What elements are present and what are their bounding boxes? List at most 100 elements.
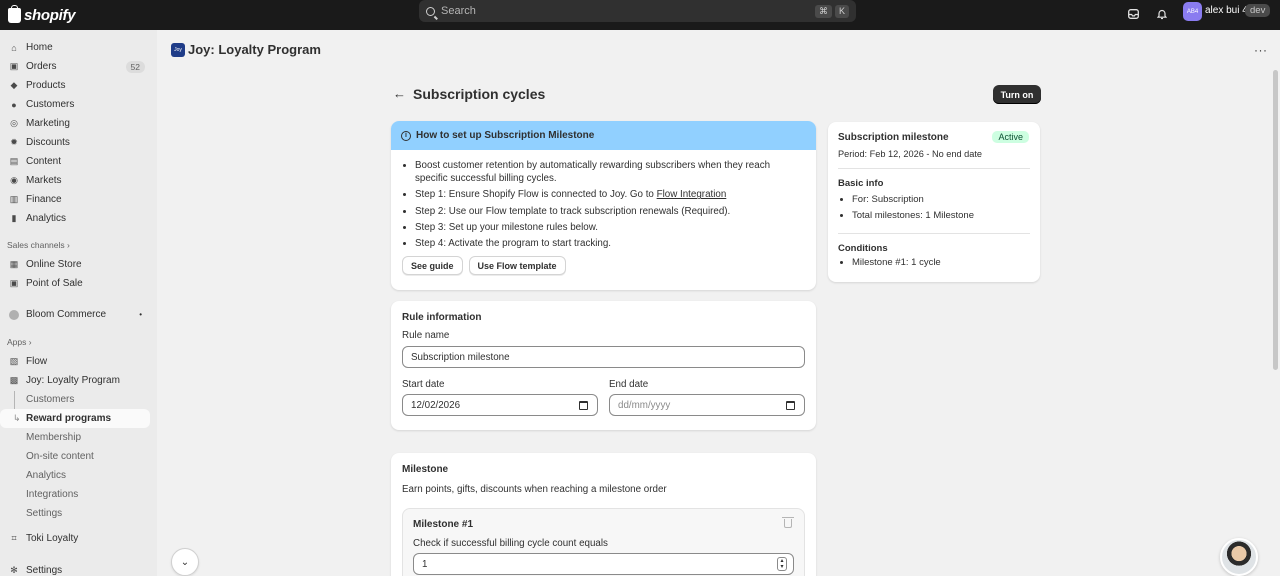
sales-channels-label: Sales channels (7, 240, 65, 250)
number-stepper-icon[interactable]: ▴ ▾ (777, 557, 787, 571)
sidebar-item-label: Customers (26, 99, 75, 110)
billing-cycle-input[interactable]: 1 ▴ ▾ (413, 553, 794, 575)
top-bar: shopify Search ⌘ K AB4 alex bui 4 dev (0, 0, 1280, 30)
page-scrollbar[interactable] (1273, 70, 1278, 370)
trash-icon[interactable] (782, 517, 794, 528)
back-arrow-icon[interactable]: ← (393, 86, 406, 101)
cmd-key: ⌘ (814, 4, 832, 18)
orders-icon: ▣ (9, 61, 19, 71)
rule-name-input[interactable]: Subscription milestone (402, 346, 805, 368)
store-icon: ▦ (9, 259, 19, 269)
sidebar-item-label: Marketing (26, 118, 70, 129)
user-name[interactable]: alex bui 4 (1205, 5, 1248, 16)
list-item: Step 4: Activate the program to start tr… (415, 237, 816, 250)
apps-label: Apps (7, 337, 27, 347)
sidebar-item-home[interactable]: ⌂ Home (0, 38, 150, 57)
inbox-icon[interactable] (1124, 5, 1142, 23)
end-date-input[interactable]: dd/mm/yyyy (609, 394, 805, 416)
search-icon (426, 6, 435, 16)
bell-icon[interactable] (1153, 5, 1171, 23)
date-row: Start date 12/02/2026 End date dd/mm/yyy… (402, 379, 805, 416)
calendar-icon[interactable] (579, 401, 588, 410)
status-badge: Active (992, 131, 1029, 143)
milestone-description: Earn points, gifts, discounts when reach… (402, 484, 667, 495)
search-bar[interactable]: Search ⌘ K (419, 0, 856, 22)
sidebar-item-settings[interactable]: ✻ Settings (0, 561, 150, 576)
sidebar-item-bloom-commerce[interactable]: Bloom Commerce • (0, 305, 150, 324)
sidebar-item-point-of-sale[interactable]: ▣ Point of Sale (0, 274, 150, 293)
page-title: Subscription cycles (413, 86, 546, 102)
sidebar-item-discounts[interactable]: ✹ Discounts (0, 133, 150, 152)
sidebar-subitem-customers[interactable]: Customers (0, 390, 150, 409)
sidebar-item-label: Discounts (26, 137, 70, 148)
turn-on-button[interactable]: Turn on (993, 85, 1041, 104)
sidebar-item-label: Membership (26, 432, 82, 443)
sidebar-item-flow[interactable]: ▧ Flow (0, 352, 150, 371)
orders-count-badge: 52 (125, 60, 145, 73)
billing-cycle-label: Check if successful billing cycle count … (413, 538, 608, 549)
sidebar-item-marketing[interactable]: ◎ Marketing (0, 114, 150, 133)
shopify-logo[interactable]: shopify (8, 3, 76, 27)
bar-chart-icon: ▮ (11, 213, 17, 223)
sidebar-item-label: Reward programs (26, 413, 112, 424)
more-actions-icon[interactable]: ··· (1254, 43, 1268, 57)
tag-icon: ◆ (10, 80, 18, 90)
sidebar-item-online-store[interactable]: ▦ Online Store (0, 255, 150, 274)
summary-card: Subscription milestone Active Period: Fe… (828, 122, 1040, 282)
user-avatar[interactable]: AB4 (1183, 2, 1202, 21)
sales-channels-heading[interactable]: Sales channels › (7, 240, 70, 250)
rule-name-label: Rule name (402, 330, 450, 341)
sidebar-item-toki-loyalty[interactable]: ⌗ Toki Loyalty (0, 529, 150, 548)
sidebar-subitem-settings[interactable]: Settings (0, 504, 150, 523)
chevron-right-icon: › (67, 240, 70, 250)
sidebar-item-label: Products (26, 80, 66, 91)
summary-period: Period: Feb 12, 2026 - No end date (838, 149, 983, 159)
sidebar-item-joy[interactable]: ▩ Joy: Loyalty Program (0, 371, 150, 390)
sidebar-item-finance[interactable]: ▥ Finance (0, 190, 150, 209)
list-item: Milestone #1: 1 cycle (852, 255, 1030, 271)
apps-heading[interactable]: Apps › (7, 337, 32, 347)
end-date-label: End date (609, 379, 649, 390)
input-value: 1 (422, 558, 428, 570)
sidebar-subitem-membership[interactable]: Membership (0, 428, 150, 447)
conditions-heading: Conditions (838, 243, 888, 254)
shopify-wordmark: shopify (24, 6, 76, 24)
shopify-bag-icon (8, 4, 21, 23)
sidebar-item-orders[interactable]: ▣ Orders 52 (0, 57, 150, 76)
gear-icon: ✻ (10, 565, 18, 575)
info-icon: i (401, 130, 411, 141)
store-badge: dev (1245, 4, 1271, 17)
sidebar-item-products[interactable]: ◆ Products (0, 76, 150, 95)
chevron-right-icon: › (28, 337, 32, 347)
sidebar-subitem-analytics[interactable]: Analytics (0, 466, 150, 485)
sidebar-item-label: Settings (26, 565, 63, 576)
calendar-icon[interactable] (786, 401, 795, 410)
rule-information-card: Rule information Rule name Subscription … (391, 301, 816, 430)
discount-icon: ✹ (10, 137, 18, 147)
sidebar-subitem-reward-programs[interactable]: ↳ Reward programs (0, 409, 150, 428)
list-item: Step 1: Ensure Shopify Flow is connected… (415, 188, 816, 201)
see-guide-button[interactable]: See guide (402, 256, 463, 276)
sidebar-subitem-on-site-content[interactable]: On-site content (0, 447, 150, 466)
sidebar-item-label: Content (26, 156, 62, 167)
flow-integration-link[interactable]: Flow Integration (657, 189, 727, 200)
sidebar-item-label: Markets (26, 175, 62, 186)
list-item: Step 3: Set up your milestone rules belo… (415, 221, 816, 234)
sidebar-item-markets[interactable]: ◉ Markets (0, 171, 150, 190)
setup-steps-list: Boost customer retention by automaticall… (391, 159, 816, 250)
basic-info-heading: Basic info (838, 178, 884, 189)
basic-info-list: For: Subscription Total milestones: 1 Mi… (838, 192, 1030, 224)
flow-icon: ▧ (9, 356, 19, 366)
start-date-input[interactable]: 12/02/2026 (402, 394, 598, 416)
support-chat-avatar[interactable] (1220, 538, 1258, 576)
toki-icon: ⌗ (11, 533, 17, 543)
start-date-label: Start date (402, 379, 445, 390)
scroll-down-button[interactable]: ⌄ (171, 548, 199, 576)
sidebar-subitem-integrations[interactable]: Integrations (0, 485, 150, 504)
sidebar-item-content[interactable]: ▤ Content (0, 152, 150, 171)
sidebar-item-analytics[interactable]: ▮ Analytics (0, 209, 150, 228)
joy-logo-icon: Joy (171, 42, 185, 57)
sidebar-item-customers[interactable]: ● Customers (0, 95, 150, 114)
sidebar: ⌂ Home ▣ Orders 52 ◆ Products ● Customer… (0, 30, 157, 576)
use-flow-template-button[interactable]: Use Flow template (468, 256, 566, 276)
